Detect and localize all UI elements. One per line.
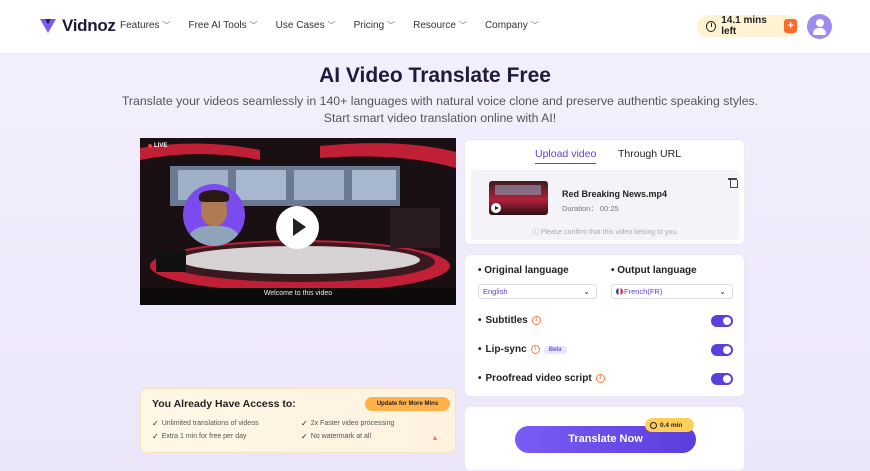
menu-item-features[interactable]: Features ﹀ xyxy=(120,20,170,31)
menu-label: Pricing xyxy=(353,20,385,31)
check-icon: ✓ xyxy=(301,419,308,428)
info-icon[interactable]: i xyxy=(595,374,605,383)
play-icon xyxy=(491,203,501,213)
menu-label: Free AI Tools xyxy=(188,20,247,31)
menu-item-free-ai-tools[interactable]: Free AI Tools ﹀ xyxy=(188,20,257,31)
menu-item-pricing[interactable]: Pricing ﹀ xyxy=(354,20,396,31)
chevron-down-icon: ⌄ xyxy=(719,287,726,296)
confirm-text: Please confirm that this video belong to… xyxy=(540,229,679,236)
lipsync-row: • Lip-sync i Beta xyxy=(478,344,567,355)
label-text: Lip-sync xyxy=(485,344,527,355)
label-text: Subtitles xyxy=(485,315,528,326)
update-mins-button[interactable]: Update for More Mins xyxy=(365,397,450,411)
feature-text: Extra 1 min for free per day xyxy=(161,433,247,440)
output-language-label: • Output language xyxy=(611,265,697,276)
time-cost-badge: 0.4 min xyxy=(645,418,694,432)
menu-item-company[interactable]: Company ﹀ xyxy=(485,20,539,31)
feature-text: 2x Faster video processing xyxy=(310,420,395,427)
mins-left-badge[interactable]: 14.1 mins left + xyxy=(697,15,797,37)
info-icon: ⓘ xyxy=(531,229,541,236)
chevron-down-icon: ﹀ xyxy=(162,21,171,30)
add-mins-button[interactable]: + xyxy=(784,19,797,33)
live-dot-icon xyxy=(148,144,152,148)
feature-item: ✓ 2x Faster video processing xyxy=(301,419,394,428)
original-language-label: • Original language xyxy=(478,265,569,276)
ownership-confirm: ⓘ Please confirm that this video belong … xyxy=(471,227,739,237)
chevron-down-icon: ﹀ xyxy=(530,21,539,30)
user-avatar[interactable] xyxy=(807,14,832,39)
time-cost-text: 0.4 min xyxy=(660,421,683,429)
live-label: LIVE xyxy=(154,143,168,149)
clock-icon xyxy=(650,421,657,429)
select-value: French(FR) xyxy=(624,287,663,296)
play-button[interactable] xyxy=(276,206,319,249)
access-card: You Already Have Access to: Update for M… xyxy=(140,388,456,453)
chevron-down-icon: ﹀ xyxy=(458,21,467,30)
check-icon: ✓ xyxy=(152,432,159,441)
mins-left-text: 14.1 mins left xyxy=(721,15,767,37)
chevron-down-icon: ﹀ xyxy=(249,21,258,30)
label-text: Output language xyxy=(617,265,697,276)
uploaded-file-card: Red Breaking News.mp4 Duration： 00:25 ⓘ … xyxy=(471,170,739,240)
proofread-row: • Proofread video script i xyxy=(478,373,605,384)
presenter-avatar xyxy=(183,184,245,246)
file-duration: Duration： 00:25 xyxy=(562,204,619,213)
menu-label: Company xyxy=(484,20,528,31)
live-badge: LIVE xyxy=(148,143,167,149)
feature-item: ✓ No watermark at all xyxy=(301,432,371,441)
logo-mark-icon xyxy=(40,19,56,33)
select-value: English xyxy=(483,287,508,296)
check-icon: ✓ xyxy=(152,419,159,428)
output-language-select[interactable]: French(FR) ⌄ xyxy=(611,284,733,299)
top-nav: Vidnoz Features ﹀ Free AI Tools ﹀ Use Case… xyxy=(0,0,870,54)
settings-panel: • Original language • Output language En… xyxy=(464,254,745,397)
gift-icon: ▴ xyxy=(433,433,438,442)
clock-icon xyxy=(706,20,717,32)
check-icon: ✓ xyxy=(301,432,308,441)
tab-through-url[interactable]: Through URL xyxy=(618,148,681,160)
label-text: Proofread video script xyxy=(485,373,592,384)
info-icon[interactable]: i xyxy=(530,345,540,354)
chevron-down-icon: ⌄ xyxy=(583,287,590,296)
file-name: Red Breaking News.mp4 xyxy=(562,189,668,199)
access-title: You Already Have Access to: xyxy=(152,398,296,410)
chevron-down-icon: ﹀ xyxy=(327,21,336,30)
page-title: AI Video Translate Free xyxy=(319,64,551,87)
france-flag-icon xyxy=(616,288,623,295)
video-caption: Welcome to this video xyxy=(263,290,333,297)
menu-label: Resource xyxy=(413,20,456,31)
proofread-toggle[interactable] xyxy=(711,373,733,385)
vidnoz-logo[interactable]: Vidnoz xyxy=(38,16,116,36)
tab-upload-video[interactable]: Upload video xyxy=(535,148,597,164)
feature-item: ✓ Extra 1 min for free per day xyxy=(152,432,247,441)
feature-text: No watermark at all xyxy=(310,433,371,440)
logo-text: Vidnoz xyxy=(62,16,116,35)
upload-panel: Upload video Through URL Red Breaking Ne… xyxy=(464,139,745,245)
info-icon[interactable]: i xyxy=(531,316,541,325)
menu-item-use-cases[interactable]: Use Cases ﹀ xyxy=(276,20,336,31)
original-language-select[interactable]: English ⌄ xyxy=(478,284,597,299)
beta-badge: Beta xyxy=(543,345,567,354)
menu-label: Features xyxy=(120,20,160,31)
menu-item-resource[interactable]: Resource ﹀ xyxy=(413,20,467,31)
feature-item: ✓ Unlimited translations of videos xyxy=(152,419,259,428)
subtitles-row: • Subtitles i xyxy=(478,315,541,326)
translate-panel: Translate Now 0.4 min xyxy=(464,406,745,471)
feature-text: Unlimited translations of videos xyxy=(161,420,259,427)
page-subtitle: Translate your videos seamlessly in 140+… xyxy=(121,94,759,125)
menu-label: Use Cases xyxy=(275,20,325,31)
subtitles-toggle[interactable] xyxy=(711,315,733,327)
video-preview[interactable]: LIVE Welcome to this video xyxy=(140,138,456,305)
trash-icon[interactable] xyxy=(728,177,738,188)
lipsync-toggle[interactable] xyxy=(711,344,733,356)
main-menu: Features ﹀ Free AI Tools ﹀ Use Cases ﹀ Pric… xyxy=(120,20,539,31)
video-thumbnail[interactable] xyxy=(489,181,548,215)
chevron-down-icon: ﹀ xyxy=(387,21,396,30)
label-text: Original language xyxy=(484,265,569,276)
